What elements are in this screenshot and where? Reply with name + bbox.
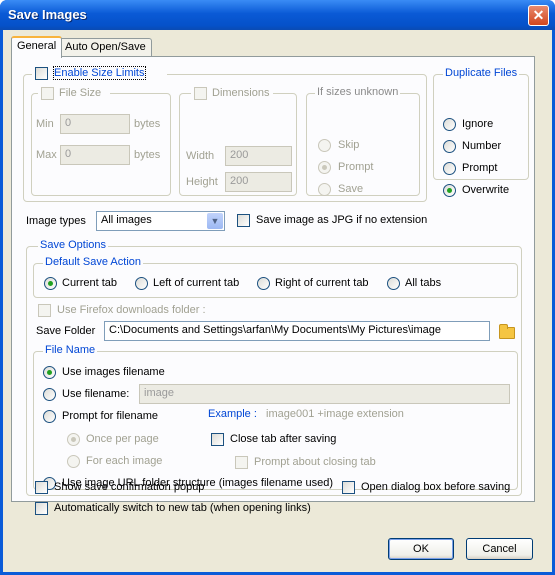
unknown-save-label: Save — [338, 183, 364, 195]
save-images-window: Save Images ✕ General Auto Open/Save Ena… — [0, 0, 555, 575]
unknown-skip-label: Skip — [338, 139, 360, 151]
default-save-action-legend: Default Save Action — [43, 256, 144, 268]
duplicate-ignore-label: Ignore — [462, 118, 494, 130]
firefox-downloads-checkbox[interactable] — [38, 304, 51, 317]
dialog-body: General Auto Open/Save Enable Size Limit… — [3, 30, 552, 572]
for-each-image-radio[interactable] — [67, 455, 80, 468]
title-bar[interactable]: Save Images ✕ — [0, 0, 555, 30]
use-filename-label: Use filename: — [62, 388, 130, 400]
once-per-page-label: Once per page — [86, 433, 159, 445]
dimensions-checkbox[interactable] — [194, 87, 207, 100]
close-button[interactable]: ✕ — [528, 5, 549, 26]
duplicate-ignore-radio[interactable] — [443, 118, 456, 131]
duplicate-number-label: Number — [462, 140, 502, 152]
image-types-select[interactable]: All images ▼ — [96, 211, 225, 231]
unknown-skip-radio[interactable] — [318, 139, 331, 152]
filename-input[interactable]: image — [139, 384, 510, 404]
auto-switch-label: Automatically switch to new tab (when op… — [54, 502, 311, 514]
close-tab-checkbox[interactable] — [211, 433, 224, 446]
cancel-button[interactable]: Cancel — [466, 538, 533, 560]
tab-auto-open-save[interactable]: Auto Open/Save — [59, 38, 152, 57]
example-value: image001 +image extension — [266, 408, 404, 420]
prompt-closing-tab-label: Prompt about closing tab — [254, 456, 376, 468]
chevron-down-icon[interactable]: ▼ — [207, 213, 223, 229]
image-types-label: Image types — [26, 215, 86, 227]
action-right-tab-label: Right of current tab — [275, 277, 369, 289]
save-folder-input[interactable]: C:\Documents and Settings\arfan\My Docum… — [104, 321, 490, 341]
dimensions-label: Dimensions — [212, 87, 270, 99]
auto-switch-checkbox[interactable] — [35, 502, 48, 515]
min-label: Min — [36, 118, 54, 130]
file-name-legend: File Name — [43, 344, 98, 356]
folder-icon[interactable] — [499, 324, 515, 339]
show-confirmation-checkbox[interactable] — [35, 481, 48, 494]
action-left-tab-radio[interactable] — [135, 277, 148, 290]
use-filename-radio[interactable] — [43, 388, 56, 401]
enable-size-limits-checkbox[interactable] — [35, 67, 48, 80]
example-label: Example : — [208, 408, 257, 420]
if-sizes-unknown-legend: If sizes unknown — [315, 86, 401, 98]
duplicate-prompt-label: Prompt — [462, 162, 498, 174]
max-size-input[interactable]: 0 — [60, 145, 130, 165]
prompt-closing-tab-checkbox[interactable] — [235, 456, 248, 469]
save-folder-label: Save Folder — [36, 325, 96, 337]
min-unit-label: bytes — [134, 118, 161, 130]
for-each-image-label: For each image — [86, 455, 163, 467]
tab-general[interactable]: General — [11, 36, 63, 58]
use-images-filename-label: Use images filename — [62, 366, 165, 378]
open-dialog-checkbox[interactable] — [342, 481, 355, 494]
use-images-filename-radio[interactable] — [43, 366, 56, 379]
max-unit-label: bytes — [134, 149, 161, 161]
action-all-tabs-label: All tabs — [405, 277, 442, 289]
open-dialog-label: Open dialog box before saving — [361, 481, 511, 493]
file-size-label: File Size — [59, 87, 102, 99]
min-size-input[interactable]: 0 — [60, 114, 130, 134]
general-tab-panel: Enable Size Limits File Size Min 0 bytes… — [11, 56, 535, 502]
file-size-header: File Size — [38, 86, 110, 102]
firefox-downloads-label: Use Firefox downloads folder : — [57, 304, 206, 316]
prompt-for-filename-radio[interactable] — [43, 410, 56, 423]
action-all-tabs-radio[interactable] — [387, 277, 400, 290]
save-as-jpg-checkbox[interactable] — [237, 214, 250, 227]
image-types-value: All images — [101, 214, 152, 226]
max-label: Max — [36, 149, 57, 161]
duplicate-overwrite-radio[interactable] — [443, 184, 456, 197]
unknown-prompt-label: Prompt — [338, 161, 374, 173]
show-confirmation-label: Show save confirmation popup — [54, 481, 205, 493]
save-options-legend: Save Options — [38, 239, 109, 251]
height-label: Height — [186, 176, 218, 188]
unknown-prompt-radio[interactable] — [318, 161, 331, 174]
ok-button[interactable]: OK — [388, 538, 454, 560]
duplicate-prompt-radio[interactable] — [443, 162, 456, 175]
unknown-save-radio[interactable] — [318, 183, 331, 196]
once-per-page-radio[interactable] — [67, 433, 80, 446]
duplicate-files-legend: Duplicate Files — [443, 67, 520, 79]
action-left-tab-label: Left of current tab — [153, 277, 240, 289]
action-current-tab-radio[interactable] — [44, 277, 57, 290]
window-title: Save Images — [8, 7, 87, 22]
duplicate-overwrite-label: Overwrite — [462, 184, 510, 196]
close-tab-label: Close tab after saving — [230, 433, 337, 445]
file-size-checkbox[interactable] — [41, 87, 54, 100]
prompt-for-filename-label: Prompt for filename — [62, 410, 158, 422]
size-limits-header: Enable Size Limits — [32, 66, 167, 82]
width-input[interactable]: 200 — [225, 146, 292, 166]
width-label: Width — [186, 150, 215, 162]
height-input[interactable]: 200 — [225, 172, 292, 192]
enable-size-limits-label[interactable]: Enable Size Limits — [53, 66, 146, 80]
save-as-jpg-label: Save image as JPG if no extension — [256, 214, 428, 226]
action-right-tab-radio[interactable] — [257, 277, 270, 290]
action-current-tab-label: Current tab — [62, 277, 118, 289]
duplicate-number-radio[interactable] — [443, 140, 456, 153]
dimensions-header: Dimensions — [191, 86, 273, 102]
